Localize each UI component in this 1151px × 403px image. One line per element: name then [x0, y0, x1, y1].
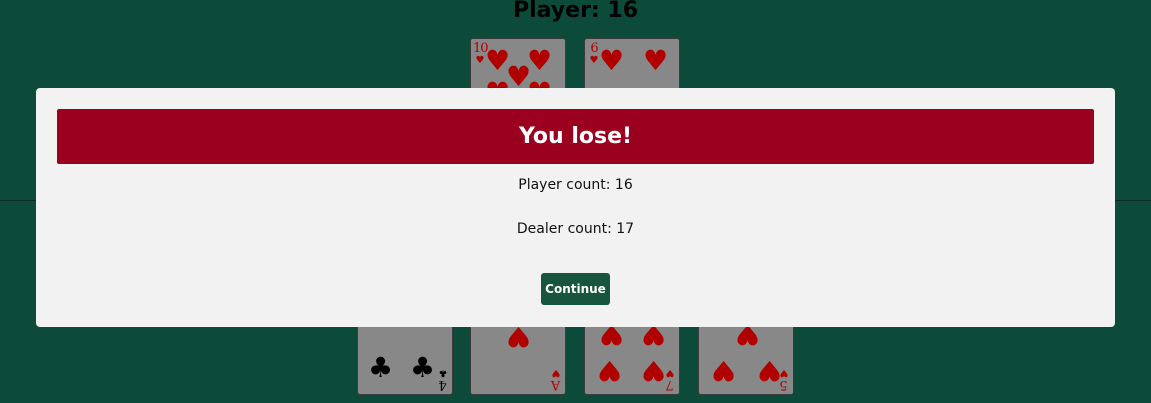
- card-corner-index: 5 ♥: [777, 366, 791, 392]
- card-rank: A: [551, 377, 561, 392]
- card-corner-index: 7 ♥: [663, 366, 677, 392]
- result-modal: You lose! Player count: 16 Dealer count:…: [36, 88, 1115, 327]
- heart-pip-icon: ♥: [599, 44, 625, 77]
- club-pip-icon: ♣: [368, 351, 394, 384]
- heart-pip-icon: ♥: [711, 354, 737, 387]
- card-rank: 7: [666, 377, 674, 392]
- card-corner-index: 4 ♣: [436, 366, 450, 392]
- heart-pip-icon: ♥: [597, 354, 623, 387]
- dealer-count-text: Dealer count: 17: [516, 221, 635, 237]
- heart-suit-icon: ♥: [779, 367, 789, 378]
- card-rank: 4: [439, 377, 447, 392]
- player-count-text: Player count: 16: [518, 177, 633, 193]
- card-corner-index: A ♥: [549, 366, 563, 392]
- player-count-title: Player: 16: [512, 0, 639, 23]
- heart-suit-icon: ♥: [665, 367, 675, 378]
- heart-suit-icon: ♥: [551, 367, 561, 378]
- result-heading: You lose!: [57, 109, 1094, 164]
- card-rank: 5: [780, 377, 788, 392]
- club-pip-icon: ♣: [410, 351, 436, 384]
- heart-pip-icon: ♥: [643, 44, 669, 77]
- continue-button[interactable]: Continue: [541, 273, 610, 305]
- club-suit-icon: ♣: [438, 367, 448, 378]
